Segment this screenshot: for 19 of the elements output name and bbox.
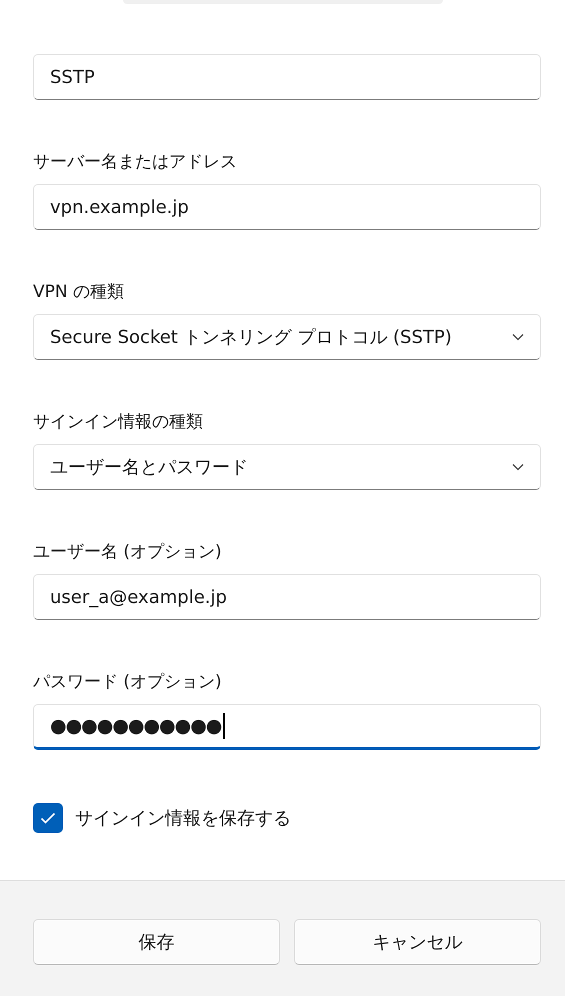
field-label: ユーザー名 (オプション) <box>33 541 223 564</box>
cancel-button[interactable]: キャンセル <box>294 919 541 965</box>
input-field[interactable]: user_a@example.jp <box>33 574 541 620</box>
password-field[interactable]: ●●●●●●●●●●● <box>33 704 541 750</box>
input-field[interactable]: vpn.example.jp <box>33 184 541 230</box>
dropdown[interactable]: Secure Socket トンネリング プロトコル (SSTP) <box>33 314 541 360</box>
field-label: VPN の種類 <box>33 281 126 304</box>
chevron-down-icon <box>512 333 524 341</box>
field-label: サーバー名またはアドレス <box>33 151 238 174</box>
checkbox-label: サインイン情報を保存する <box>75 807 291 830</box>
dropdown[interactable]: ユーザー名とパスワード <box>33 444 541 490</box>
checkbox[interactable] <box>33 803 63 833</box>
field-label: サインイン情報の種類 <box>33 411 204 434</box>
chevron-down-icon <box>512 463 524 471</box>
input-field[interactable]: SSTP <box>33 54 541 100</box>
checkmark-icon <box>40 812 56 824</box>
field-label: パスワード (オプション) <box>33 671 223 694</box>
text-cursor <box>223 713 226 739</box>
save-button[interactable]: 保存 <box>33 919 280 965</box>
